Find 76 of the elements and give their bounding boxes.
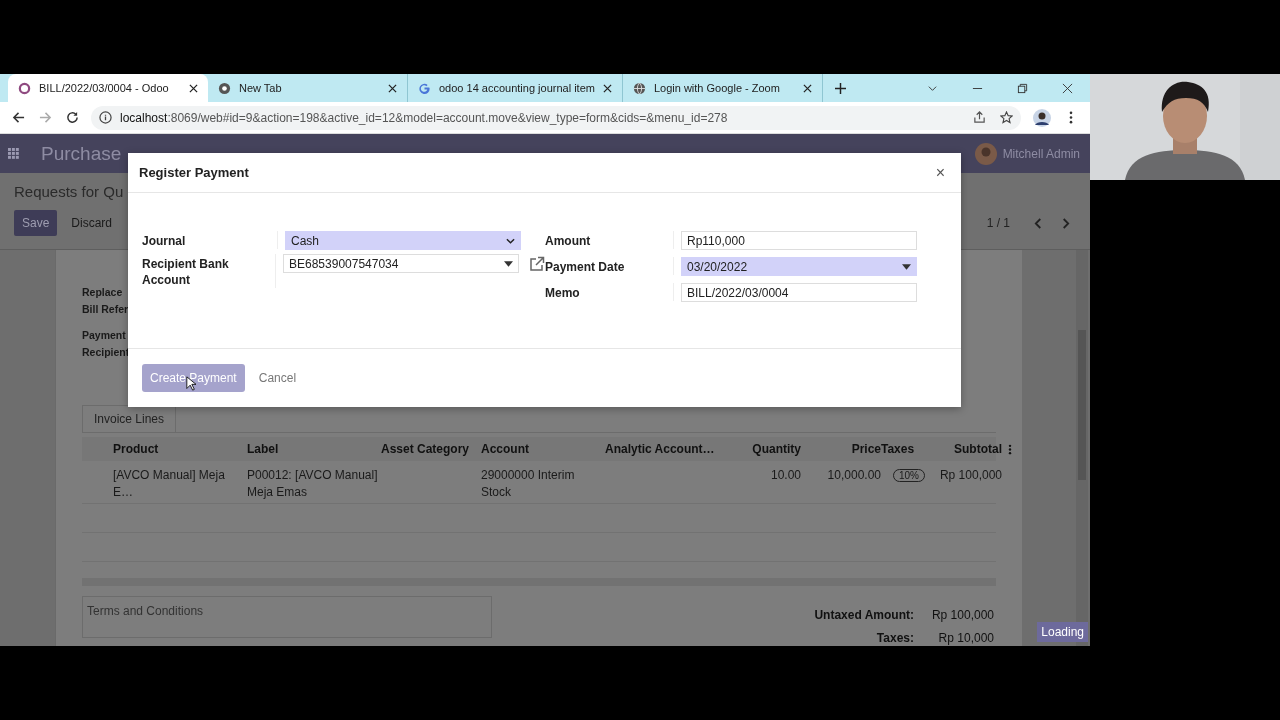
field-label: Replace bbox=[82, 285, 123, 300]
kebab-icon[interactable] bbox=[1007, 443, 1012, 455]
chevron-right-icon[interactable] bbox=[1061, 217, 1070, 229]
star-icon[interactable] bbox=[1000, 111, 1013, 124]
field-label: Memo bbox=[545, 283, 674, 301]
table-cell-text: 10.00 bbox=[769, 467, 801, 484]
apps-grid-icon[interactable] bbox=[8, 148, 19, 159]
close-icon[interactable] bbox=[1062, 82, 1073, 94]
pager-text: 1 / 1 bbox=[986, 216, 1010, 230]
table-cell-text: 29000000 Interim Stock bbox=[481, 467, 576, 501]
browser-logo-icon bbox=[218, 81, 231, 95]
address-field[interactable]: localhost:8069/web#id=9&action=198&active_id=12&model=account.move&view_type=form&cids=&menu_id=278 bbox=[91, 105, 1021, 130]
new-tab-icon[interactable] bbox=[834, 82, 846, 94]
tab-title: BILL/2022/03/0004 - Odoo bbox=[39, 82, 170, 94]
table-cell-text: Rp 100,000 bbox=[938, 467, 1002, 484]
total-value: Rp 10,000 bbox=[937, 631, 994, 645]
user-name[interactable]: Mitchell Admin bbox=[1002, 146, 1080, 161]
column-header[interactable]: Label bbox=[247, 442, 381, 456]
close-icon[interactable] bbox=[602, 83, 612, 93]
terms-field[interactable]: Terms and Conditions bbox=[82, 596, 492, 638]
caret-icon bbox=[902, 263, 911, 270]
g-logo-icon bbox=[418, 81, 431, 95]
column-header[interactable]: Quantity bbox=[731, 442, 801, 456]
restore-icon[interactable] bbox=[1017, 82, 1028, 94]
ring-icon bbox=[18, 81, 31, 95]
field-label: Recipient bbox=[82, 345, 130, 360]
field-label: Amount bbox=[545, 231, 674, 249]
share-icon[interactable] bbox=[973, 111, 986, 124]
create-payment-button[interactable]: Create Payment bbox=[142, 364, 245, 392]
tab-title: odoo 14 accounting journal item bbox=[439, 82, 595, 94]
table-cell-text: P00012: [AVCO Manual] Meja Emas bbox=[247, 467, 379, 501]
menu-icon[interactable] bbox=[1069, 111, 1073, 124]
avatar-icon[interactable] bbox=[1033, 108, 1051, 127]
chevron-down-icon bbox=[506, 237, 515, 244]
close-icon[interactable] bbox=[802, 83, 812, 93]
input-field[interactable]: Rp110,000 bbox=[681, 231, 917, 250]
field-label: Bill Refer bbox=[82, 302, 129, 317]
close-icon[interactable] bbox=[189, 83, 198, 93]
info-icon bbox=[99, 111, 112, 124]
loading-badge: Loading bbox=[1037, 622, 1088, 642]
back-icon[interactable] bbox=[12, 111, 25, 124]
close-icon[interactable] bbox=[388, 83, 397, 93]
app-name[interactable]: Purchase bbox=[41, 142, 122, 165]
breadcrumb[interactable]: Requests for Qu bbox=[14, 183, 124, 200]
globe-icon bbox=[632, 81, 646, 95]
total-value: Rp 100,000 bbox=[930, 608, 994, 622]
field-label: Payment bbox=[82, 328, 126, 343]
close-button[interactable]: × bbox=[931, 163, 949, 182]
tab-title: New Tab bbox=[239, 82, 283, 94]
input-field[interactable]: BILL/2022/03/0004 bbox=[681, 283, 917, 302]
field-label: Recipient Bank Account bbox=[142, 254, 276, 288]
total-label: Untaxed Amount: bbox=[813, 608, 914, 622]
caret-icon bbox=[504, 260, 513, 267]
column-header[interactable]: Taxes bbox=[881, 442, 927, 456]
external-link-icon[interactable] bbox=[529, 255, 545, 272]
total-label: Taxes: bbox=[875, 631, 914, 645]
column-header[interactable]: Product bbox=[113, 442, 247, 456]
tab-title: Login with Google - Zoom bbox=[653, 82, 781, 94]
column-header[interactable]: Subtotal bbox=[927, 442, 1002, 456]
field-label: Journal bbox=[142, 231, 278, 249]
reload-icon[interactable] bbox=[66, 111, 79, 124]
browser-tab[interactable]: BILL/2022/03/0004 - Odoo bbox=[8, 74, 208, 102]
column-header[interactable]: Price bbox=[801, 442, 881, 456]
chevron-left-icon[interactable] bbox=[1034, 217, 1043, 229]
input-field[interactable]: Cash bbox=[285, 231, 521, 250]
field-label: Payment Date bbox=[545, 257, 674, 275]
table-cell-text: [AVCO Manual] Meja E… bbox=[113, 467, 226, 501]
dialog-title: Register Payment bbox=[139, 165, 250, 180]
column-header[interactable]: Analytic Account… bbox=[605, 442, 731, 456]
input-field[interactable]: BE68539007547034 bbox=[283, 254, 519, 273]
save-button[interactable]: Save bbox=[14, 210, 58, 236]
column-header[interactable]: Asset Category bbox=[381, 442, 481, 456]
discard-button[interactable]: Discard bbox=[63, 210, 121, 236]
table-cell-text: 10,000.00 bbox=[826, 467, 881, 484]
column-header[interactable]: Account bbox=[481, 442, 605, 456]
input-field[interactable]: 03/20/2022 bbox=[681, 257, 917, 276]
